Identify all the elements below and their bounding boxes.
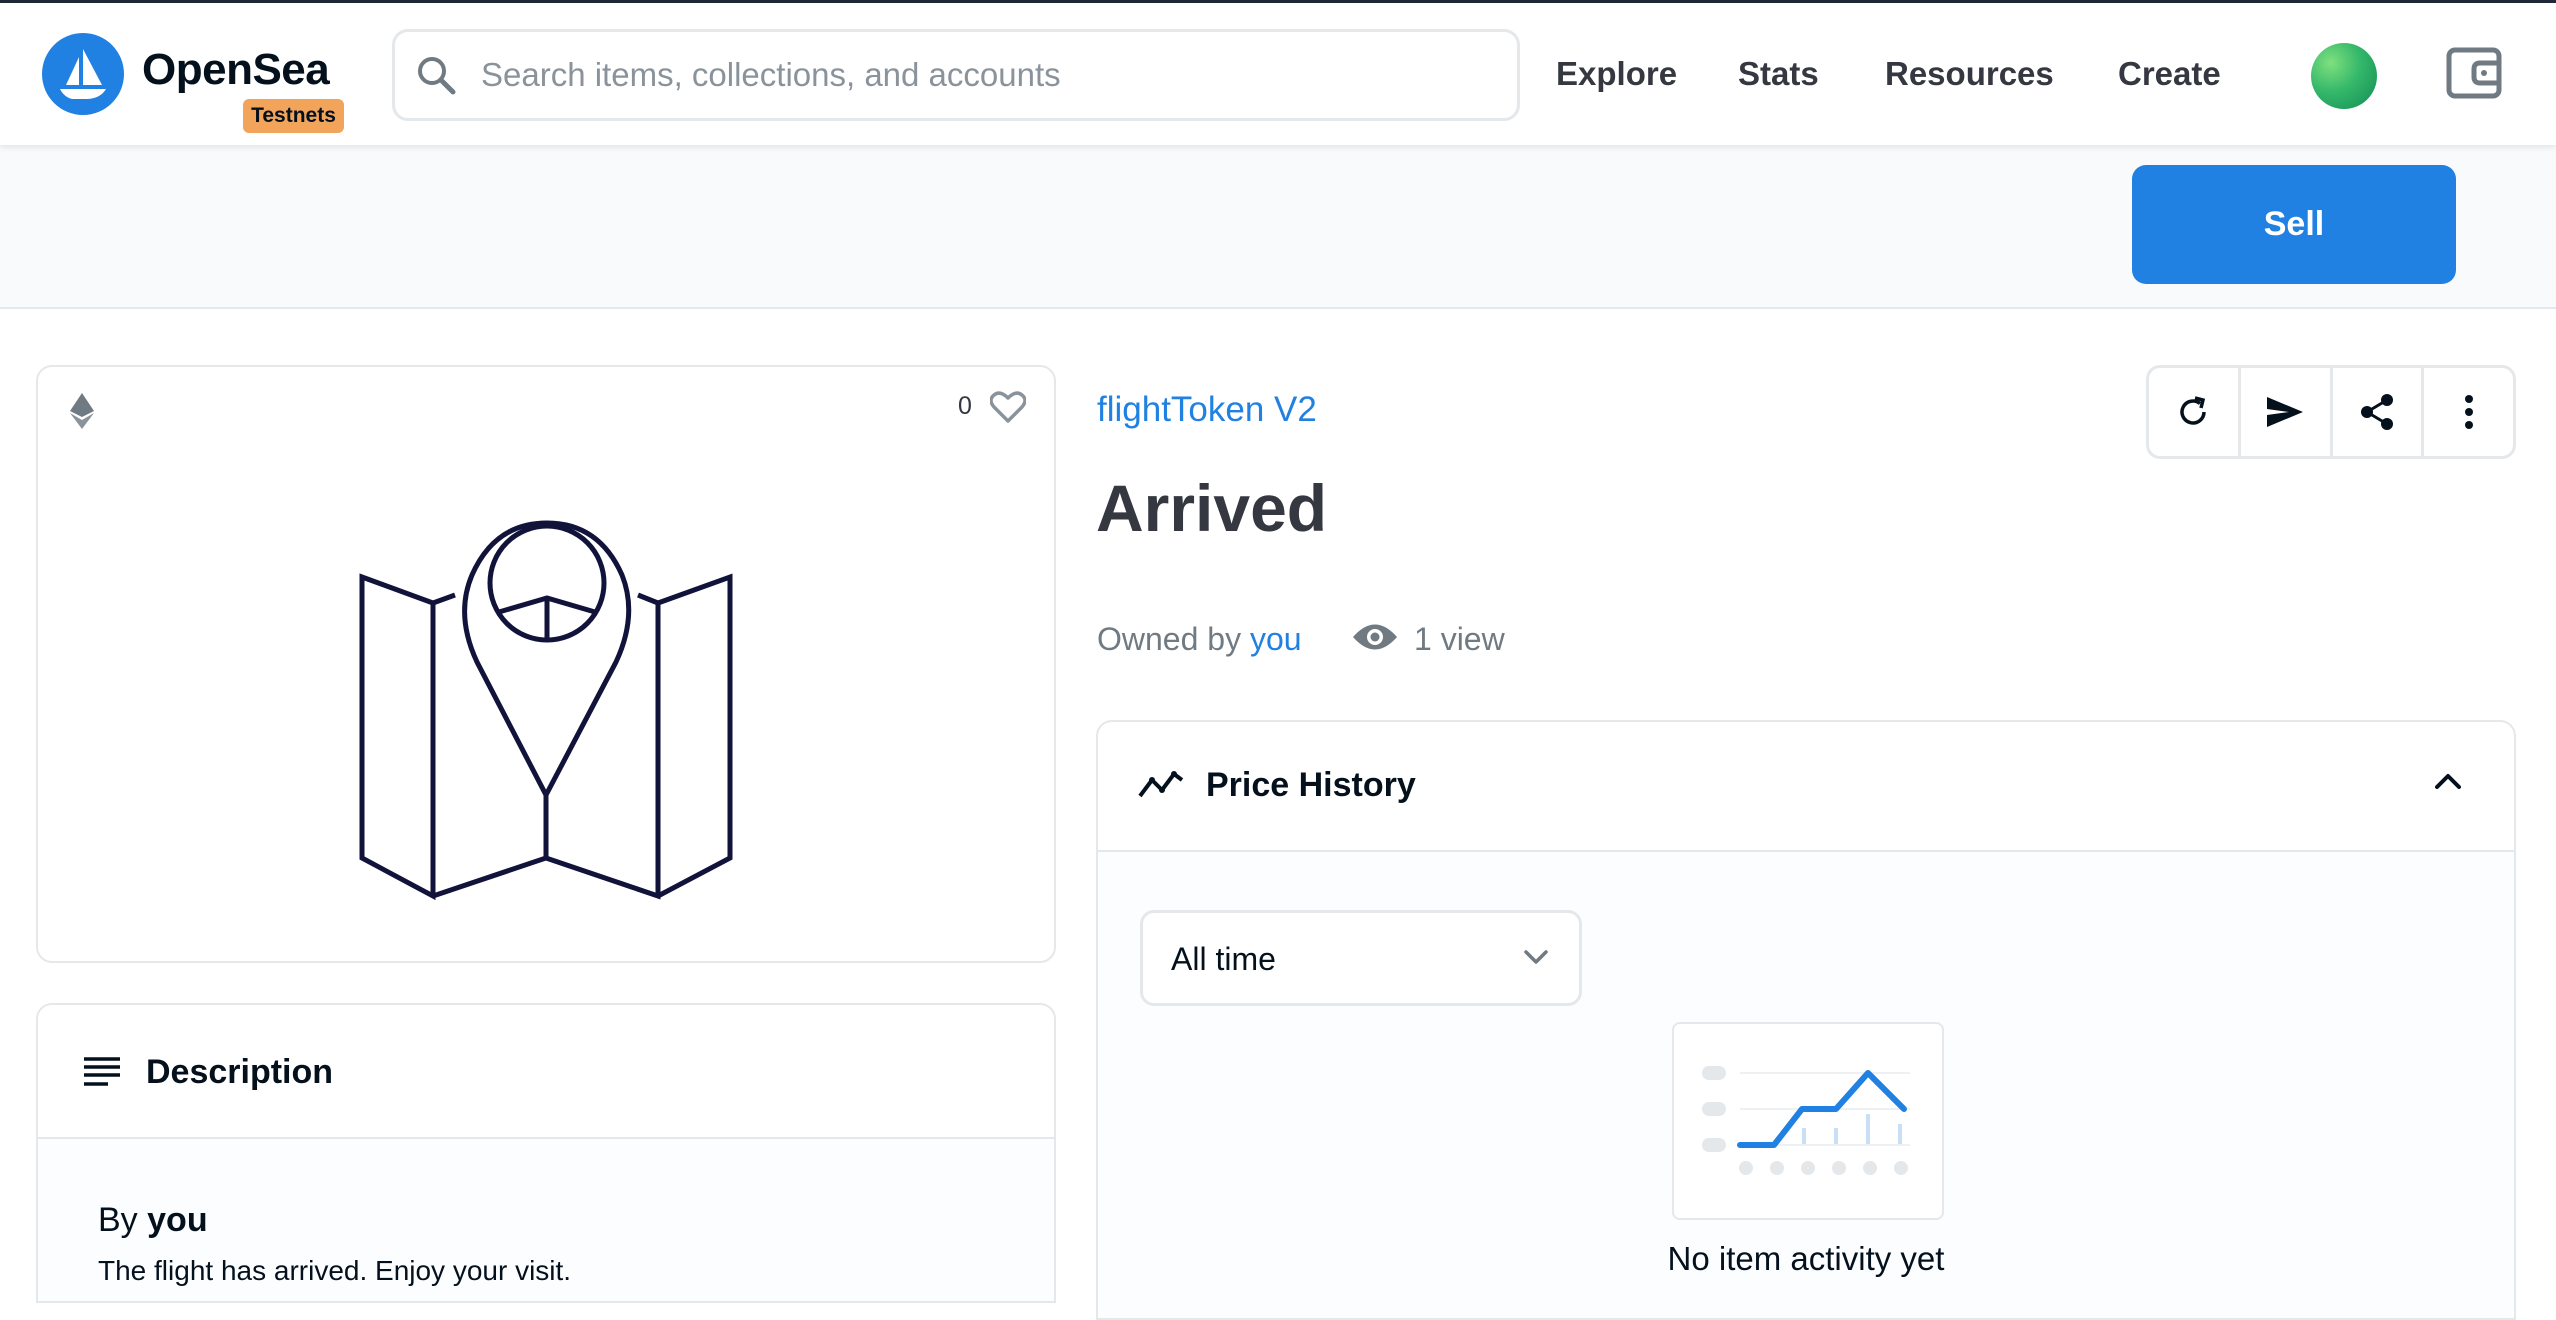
more-options-button[interactable]: [2424, 368, 2513, 456]
refresh-icon: [2180, 396, 2207, 425]
eye-icon: [1352, 622, 1398, 657]
search-input[interactable]: [479, 46, 1483, 104]
brand-name[interactable]: OpenSea: [142, 45, 330, 95]
empty-activity-text: No item activity yet: [1667, 1240, 1945, 1277]
map-pin-image: [359, 520, 733, 901]
avatar[interactable]: [2311, 43, 2377, 109]
refresh-button[interactable]: [2149, 368, 2241, 456]
opensea-logo-icon[interactable]: [42, 33, 124, 115]
description-header[interactable]: Description: [38, 1005, 1054, 1139]
description-panel: Description By you The flight has arrive…: [36, 1003, 1056, 1303]
more-icon: [2464, 395, 2473, 429]
favorite-count: 0: [958, 392, 972, 420]
by-label: By: [98, 1201, 138, 1239]
creator-line: By you: [98, 1201, 208, 1240]
share-button[interactable]: [2333, 368, 2425, 456]
nav-explore[interactable]: Explore: [1556, 55, 1677, 93]
item-action-group: [2146, 365, 2516, 459]
chevron-down-icon: [1523, 949, 1549, 970]
heart-icon[interactable]: [989, 391, 1027, 428]
collection-link[interactable]: flightToken V2: [1097, 390, 1317, 430]
item-title: Arrived: [1096, 471, 1328, 545]
empty-chart-illustration: [1672, 1022, 1944, 1220]
search-icon: [415, 54, 459, 103]
price-history-panel: Price History All time No item activity …: [1096, 720, 2516, 1320]
chevron-up-icon[interactable]: [2434, 772, 2462, 795]
description-body: By you The flight has arrived. Enjoy you…: [38, 1139, 1054, 1301]
ethereum-icon: [70, 393, 94, 434]
price-history-title: Price History: [1206, 766, 1416, 804]
trend-icon: [1138, 770, 1184, 805]
price-history-header[interactable]: Price History: [1098, 722, 2514, 852]
search-bar[interactable]: [392, 29, 1520, 121]
send-icon: [2267, 397, 2304, 427]
description-icon: [84, 1057, 120, 1092]
item-media-card: 0: [36, 365, 1056, 963]
nav-create[interactable]: Create: [2118, 55, 2221, 93]
time-range-select[interactable]: All time: [1140, 910, 1582, 1006]
transfer-button[interactable]: [2241, 368, 2333, 456]
price-history-body: All time No item activity yet: [1098, 852, 2514, 1318]
sell-button[interactable]: Sell: [2132, 165, 2456, 284]
view-count: 1 view: [1414, 621, 1505, 657]
testnets-badge: Testnets: [243, 99, 344, 133]
top-navbar: OpenSea Testnets Explore Stats Resources…: [0, 3, 2556, 145]
creator-name[interactable]: you: [147, 1201, 207, 1239]
description-text: The flight has arrived. Enjoy your visit…: [98, 1255, 572, 1286]
time-range-value: All time: [1171, 941, 1276, 977]
owned-by-label: Owned by: [1097, 621, 1242, 657]
owner-line: Owned by you: [1097, 621, 1302, 658]
owner-action-bar: Sell: [0, 145, 2556, 309]
nav-stats[interactable]: Stats: [1738, 55, 1819, 93]
nav-resources[interactable]: Resources: [1885, 55, 2054, 93]
description-title: Description: [146, 1053, 334, 1091]
owner-link[interactable]: you: [1250, 621, 1302, 657]
wallet-icon[interactable]: [2446, 47, 2502, 104]
share-icon: [2360, 394, 2393, 430]
